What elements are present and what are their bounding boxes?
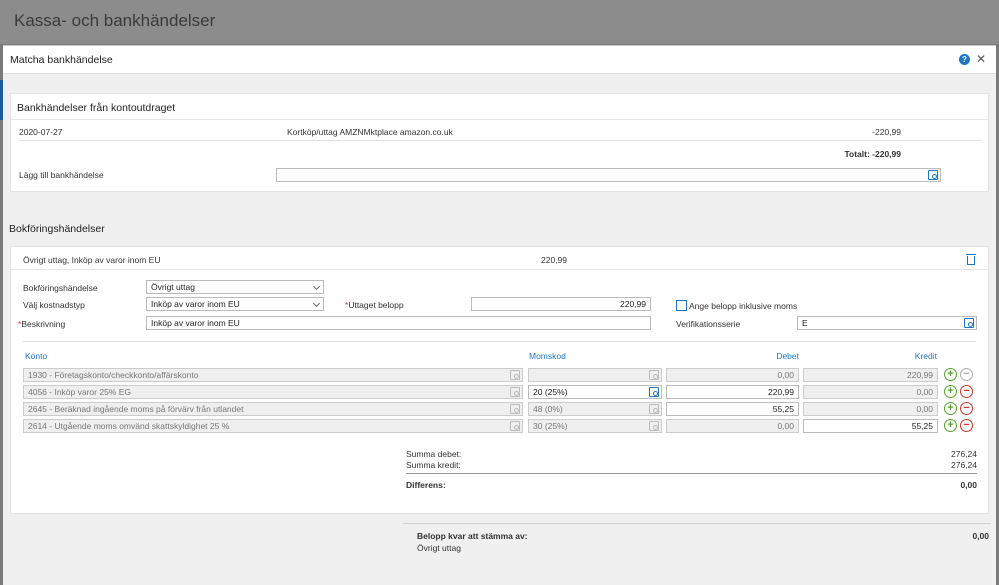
col-header-debet: Debet (776, 351, 799, 361)
chevron-down-icon (312, 282, 321, 291)
search-lookup-icon (649, 421, 659, 431)
remove-row-button: − (960, 368, 973, 381)
description-label: *Beskrivning (18, 319, 66, 329)
search-lookup-icon (510, 387, 520, 397)
help-icon[interactable]: ? (959, 54, 970, 65)
cost-type-select[interactable]: Inköp av varor inom EU (146, 297, 324, 311)
search-lookup-icon (510, 370, 520, 380)
search-lookup-icon[interactable] (649, 387, 659, 397)
bank-event-description: Kortköp/uttag AMZNMktplace amazon.co.uk (287, 127, 453, 137)
add-row-button[interactable]: + (944, 402, 957, 415)
search-lookup-icon (510, 421, 520, 431)
remove-row-button[interactable]: − (960, 402, 973, 415)
search-lookup-icon (510, 404, 520, 414)
description-label-text: Beskrivning (21, 319, 66, 329)
dialog-header: Matcha bankhändelse ? ✕ (3, 46, 996, 74)
description-input[interactable]: Inköp av varor inom EU (146, 316, 651, 330)
background-page-title: Kassa- och bankhändelser (14, 11, 216, 30)
divider (11, 269, 988, 270)
series-label: Verifikationsserie (676, 319, 741, 329)
bank-event-amount: -220,99 (872, 127, 901, 137)
table-row-konto: 1930 - Företagskonto/checkkonto/affärsko… (23, 368, 523, 382)
momskod-value: 30 (25%) (533, 421, 568, 431)
table-row-konto: 2614 - Utgående moms omvänd skattskyldig… (23, 419, 523, 433)
table-row-kredit[interactable]: 55,25 (803, 419, 938, 433)
col-header-konto: Konto (25, 351, 48, 361)
konto-value: 4056 - Inköp varor 25% EG (28, 387, 132, 397)
search-lookup-icon[interactable] (928, 170, 938, 180)
add-row-button[interactable]: + (944, 368, 957, 381)
konto-value: 1930 - Företagskonto/checkkonto/affärsko… (28, 370, 199, 380)
search-lookup-icon (649, 370, 659, 380)
withdrawn-amount-label-text: Uttaget belopp (348, 300, 404, 310)
col-header-kredit: Kredit (914, 351, 937, 361)
trash-icon[interactable] (966, 254, 976, 265)
add-row-button[interactable]: + (944, 385, 957, 398)
divider (19, 140, 982, 141)
divider (406, 473, 977, 474)
momskod-value: 48 (0%) (533, 404, 563, 414)
table-row-momskod: 30 (25%) (528, 419, 662, 433)
col-header-momskod: Momskod (529, 351, 566, 361)
add-bank-event-label: Lägg till bankhändelse (19, 170, 104, 180)
remaining-type: Övrigt uttag (417, 543, 461, 553)
cost-type-label: Välj kostnadstyp (23, 300, 85, 310)
momskod-value: 20 (25%) (533, 387, 568, 397)
withdrawn-amount-label: *Uttaget belopp (345, 300, 404, 310)
table-row-momskod (528, 368, 662, 382)
konto-value: 2614 - Utgående moms omvänd skattskyldig… (28, 421, 230, 431)
sum-kredit-label: Summa kredit: (406, 460, 461, 470)
remove-row-button[interactable]: − (960, 419, 973, 432)
bank-events-heading: Bankhändelser från kontoutdraget (17, 102, 176, 114)
booking-summary-label: Övrigt uttag, Inköp av varor inom EU (23, 255, 161, 265)
table-row-kredit: 220,99 (803, 368, 938, 382)
remaining-value: 0,00 (972, 531, 989, 541)
match-bank-event-dialog: Matcha bankhändelse ? ✕ Bankhändelser fr… (3, 45, 996, 585)
booking-events-heading: Bokföringshändelser (9, 223, 105, 235)
table-row-kredit: 0,00 (803, 402, 938, 416)
series-value: E (802, 318, 808, 328)
booking-event-label: Bokföringshändelse (23, 283, 98, 293)
table-row-konto: 4056 - Inköp varor 25% EG (23, 385, 523, 399)
table-row-debet: 0,00 (666, 419, 799, 433)
bank-events-card: Bankhändelser från kontoutdraget 2020-07… (10, 93, 989, 192)
difference-label: Differens: (406, 480, 446, 490)
withdrawn-amount-input[interactable]: 220,99 (471, 297, 651, 311)
sum-debet-value: 276,24 (951, 449, 977, 459)
booking-event-select[interactable]: Övrigt uttag (146, 280, 324, 294)
series-input[interactable]: E (797, 316, 977, 330)
incl-vat-checkbox[interactable] (676, 300, 687, 311)
close-icon[interactable]: ✕ (976, 52, 986, 66)
chevron-down-icon (312, 299, 321, 308)
sum-debet-label: Summa debet: (406, 449, 462, 459)
booking-events-card: Övrigt uttag, Inköp av varor inom EU 220… (10, 246, 989, 514)
difference-value: 0,00 (960, 480, 977, 490)
table-row-kredit: 0,00 (803, 385, 938, 399)
divider (11, 119, 988, 120)
booking-summary-amount: 220,99 (541, 255, 567, 265)
dialog-title: Matcha bankhändelse (10, 54, 113, 66)
search-lookup-icon[interactable] (964, 318, 974, 328)
table-row-momskod[interactable]: 20 (25%) (528, 385, 662, 399)
table-row-debet[interactable]: 55,25 (666, 402, 799, 416)
remove-row-button[interactable]: − (960, 385, 973, 398)
incl-vat-label: Ange belopp inklusive moms (689, 301, 798, 311)
table-row-debet[interactable]: 220,99 (666, 385, 799, 399)
bank-event-date: 2020-07-27 (19, 127, 63, 137)
add-row-button[interactable]: + (944, 419, 957, 432)
divider (403, 523, 991, 524)
booking-event-value: Övrigt uttag (151, 282, 195, 292)
sum-kredit-value: 276,24 (951, 460, 977, 470)
add-bank-event-input[interactable] (276, 168, 941, 182)
cost-type-value: Inköp av varor inom EU (151, 299, 240, 309)
search-lookup-icon (649, 404, 659, 414)
konto-value: 2645 - Beräknad ingående moms på förvärv… (28, 404, 244, 414)
remaining-label: Belopp kvar att stämma av: (417, 531, 528, 541)
table-row-momskod: 48 (0%) (528, 402, 662, 416)
table-row-konto: 2645 - Beräknad ingående moms på förvärv… (23, 402, 523, 416)
table-row-debet: 0,00 (666, 368, 799, 382)
divider (23, 341, 976, 342)
bank-total: Totalt: -220,99 (844, 149, 901, 159)
